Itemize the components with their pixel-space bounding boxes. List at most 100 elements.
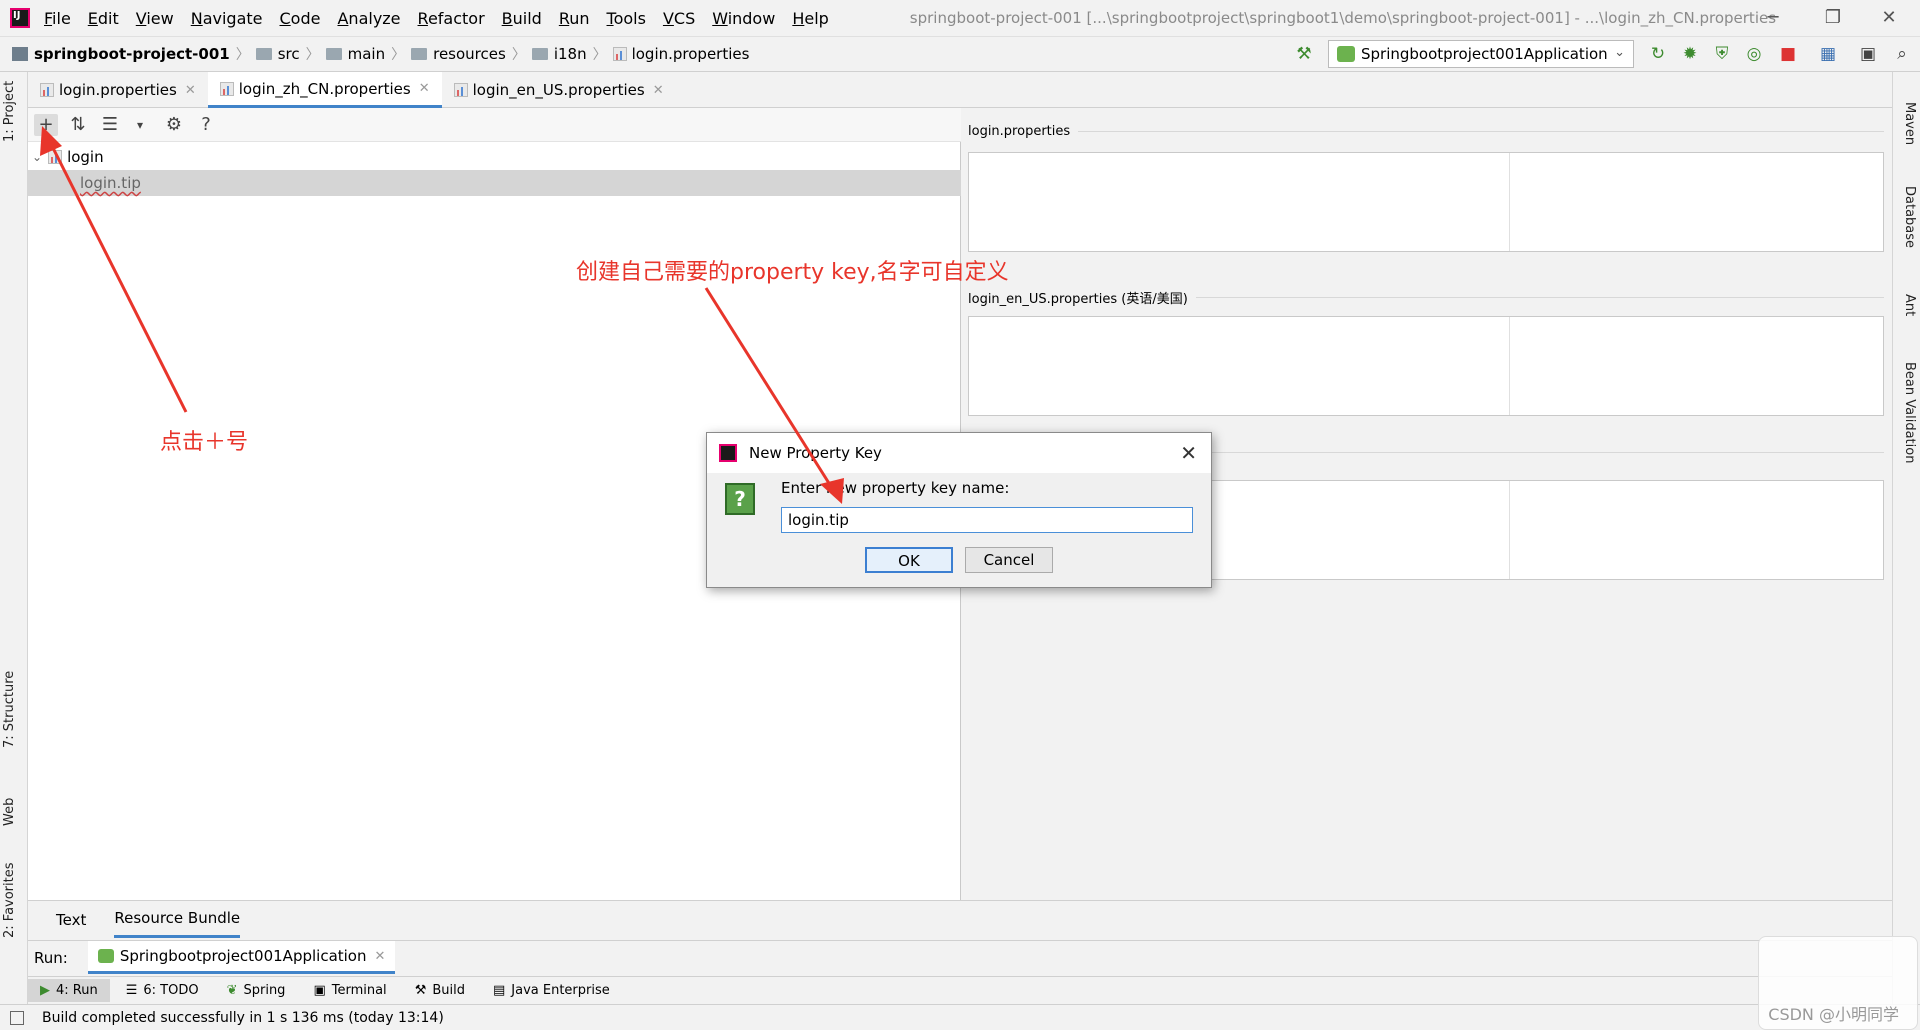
annotation-click-plus: 点击＋号 (160, 430, 249, 455)
section-login-properties: login.properties (968, 124, 1884, 139)
java-enterprise-icon: ▤ (492, 983, 506, 998)
close-tab-icon[interactable]: ✕ (419, 81, 430, 96)
run-tab-application[interactable]: Springbootproject001Application ✕ (87, 941, 396, 974)
menu-vcs[interactable]: VCS (663, 9, 695, 28)
menu-view[interactable]: View (136, 9, 174, 28)
breadcrumb-i18n[interactable]: i18n 〉 (531, 44, 607, 64)
project-structure-icon[interactable]: ▦ (1816, 42, 1840, 66)
spring-app-icon (97, 949, 114, 963)
terminal-icon: ▣ (313, 983, 326, 998)
debug-icon[interactable]: ✹ (1678, 42, 1702, 66)
profile-icon[interactable]: ◎ (1742, 42, 1766, 66)
property-key-input[interactable] (781, 507, 1193, 533)
value-editor-login[interactable] (968, 152, 1884, 252)
spring-leaf-icon: ❦ (226, 983, 238, 998)
build-hammer-icon[interactable]: ⚒ (1292, 42, 1316, 66)
menu-refactor[interactable]: Refactor (418, 9, 485, 28)
structure-tool-tab[interactable]: 7: Structure (2, 671, 17, 748)
menu-tools[interactable]: Tools (607, 9, 646, 28)
tree-node-login[interactable]: ⌄ login (28, 144, 961, 170)
cancel-button[interactable]: Cancel (965, 547, 1053, 573)
editor-tabs: login.properties ✕ login_zh_CN.propertie… (28, 72, 1892, 108)
hammer-icon: ⚒ (414, 983, 427, 998)
list-icon: ☰ (125, 983, 138, 998)
web-tool-tab[interactable]: Web (2, 798, 17, 826)
run-tool-header: Run: Springbootproject001Application ✕ (28, 940, 1892, 974)
tool-window-bar: ▶ 4: Run ☰ 6: TODO ❦ Spring ▣ Terminal ⚒ Buil… (28, 976, 1892, 1004)
properties-file-icon (219, 81, 234, 96)
close-tab-icon[interactable]: ✕ (185, 83, 196, 98)
close-tab-icon[interactable]: ✕ (375, 949, 386, 964)
menu-build[interactable]: Build (502, 9, 542, 28)
stop-icon[interactable]: ■ (1776, 42, 1800, 66)
coverage-icon[interactable]: ⛨ (1710, 42, 1734, 66)
status-message: Build completed successfully in 1 s 136 … (42, 1009, 444, 1026)
menu-analyze[interactable]: Analyze (337, 9, 400, 28)
add-property-plus-icon[interactable]: + (34, 114, 58, 136)
close-tab-icon[interactable]: ✕ (653, 83, 664, 98)
rerun-icon[interactable]: ↻ (1646, 42, 1670, 66)
menu-file[interactable]: File (44, 9, 71, 28)
toggle-tool-windows-icon[interactable] (10, 1010, 24, 1025)
tree-node-login-tip[interactable]: login.tip (28, 170, 961, 196)
tab-login-en-us-properties[interactable]: login_en_US.properties ✕ (442, 72, 676, 108)
tab-resource-bundle[interactable]: Resource Bundle (114, 901, 241, 938)
chevron-down-icon: ⌄ (1614, 45, 1625, 60)
menu-code[interactable]: Code (280, 9, 321, 28)
status-bar: Build completed successfully in 1 s 136 … (0, 1004, 1920, 1030)
dialog-title: New Property Key (749, 444, 882, 462)
close-icon[interactable]: ✕ (1180, 441, 1197, 465)
maven-tool-tab[interactable]: Maven (1902, 102, 1917, 145)
database-tool-tab[interactable]: Database (1902, 186, 1917, 248)
close-window-button[interactable]: ✕ (1866, 4, 1912, 32)
folder-icon (255, 48, 272, 60)
main-menu: File Edit View Navigate Code Analyze Ref… (44, 9, 846, 28)
breadcrumb-src[interactable]: src 〉 (255, 44, 320, 64)
minimize-button[interactable]: ─ (1750, 4, 1796, 32)
project-icon (12, 47, 28, 61)
breadcrumb-main[interactable]: main 〉 (325, 44, 405, 64)
watermark-image: CSDN @小明同学 (1758, 936, 1918, 1030)
breadcrumb-project[interactable]: springboot-project-001 〉 (12, 44, 250, 64)
gear-icon[interactable]: ⚙ (162, 114, 186, 136)
intellij-logo-icon (10, 8, 30, 28)
menu-edit[interactable]: Edit (88, 9, 119, 28)
menu-help[interactable]: Help (792, 9, 828, 28)
restore-button[interactable]: ❐ (1810, 4, 1856, 32)
menu-navigate[interactable]: Navigate (191, 9, 263, 28)
toolwindow-build[interactable]: ⚒ Build (403, 979, 477, 1002)
breadcrumb-file[interactable]: login.properties (612, 45, 749, 63)
bean-validation-tool-tab[interactable]: Bean Validation (1902, 362, 1917, 463)
toolwindow-run[interactable]: ▶ 4: Run (28, 979, 110, 1002)
properties-file-icon (40, 83, 54, 97)
chevron-down-icon[interactable]: ▾ (128, 114, 152, 136)
properties-file-icon (453, 83, 468, 97)
folder-icon (531, 48, 548, 60)
breadcrumb-resources[interactable]: resources 〉 (411, 44, 526, 64)
run-label: Run: (34, 948, 68, 967)
sort-icon[interactable]: ⇅ (66, 114, 90, 136)
terminal-icon[interactable]: ▣ (1856, 42, 1880, 66)
menu-run[interactable]: Run (559, 9, 590, 28)
favorites-tool-tab[interactable]: 2: Favorites (2, 862, 17, 938)
tab-text[interactable]: Text (56, 903, 86, 937)
group-by-prefix-icon[interactable]: ☰ (98, 114, 122, 136)
search-icon[interactable]: ⌕ (1890, 42, 1914, 66)
toolwindow-spring[interactable]: ❦ Spring (215, 979, 298, 1002)
run-configuration-select[interactable]: Springbootproject001Application ⌄ (1328, 40, 1634, 68)
tab-login-properties[interactable]: login.properties ✕ (28, 72, 208, 108)
toolwindow-terminal[interactable]: ▣ Terminal (301, 979, 398, 1002)
project-tool-tab[interactable]: 1: Project (2, 81, 17, 142)
properties-file-icon (612, 47, 627, 61)
dialog-title-bar: New Property Key ✕ (707, 433, 1211, 473)
toolwindow-todo[interactable]: ☰ 6: TODO (114, 979, 211, 1002)
tab-login-zh-cn-properties[interactable]: login_zh_CN.properties ✕ (207, 72, 442, 108)
value-editor-en-us[interactable] (968, 316, 1884, 416)
help-icon[interactable]: ? (194, 114, 218, 136)
toolwindow-java-enterprise[interactable]: ▤ Java Enterprise (481, 979, 622, 1002)
menu-window[interactable]: Window (712, 9, 775, 28)
left-tool-stripe: 1: Project 7: Structure Web 2: Favorites (0, 72, 28, 1010)
properties-group-icon (48, 150, 63, 164)
ok-button[interactable]: OK (865, 547, 953, 573)
ant-tool-tab[interactable]: Ant (1902, 294, 1917, 316)
